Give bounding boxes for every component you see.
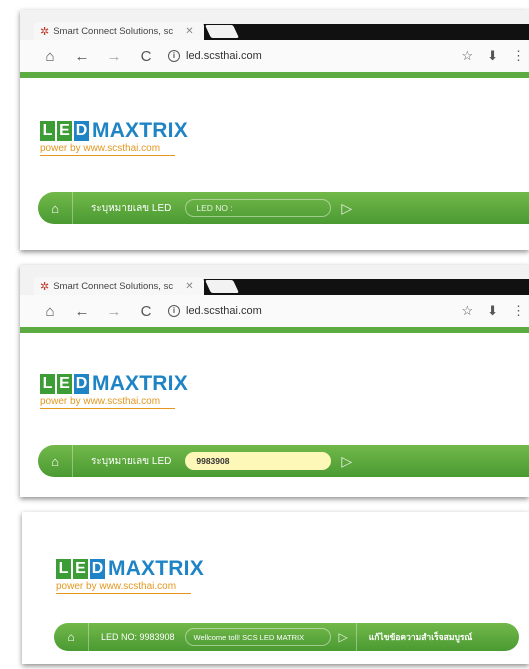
logo-letter: L: [40, 121, 55, 141]
home-icon[interactable]: ⌂: [34, 303, 66, 320]
led-number-input[interactable]: 9983908: [185, 452, 332, 470]
led-label: ระบุหมายเลข LED: [91, 202, 172, 214]
logo: L E D MAXTRIX power by www.scsthai.com: [56, 557, 204, 594]
play-icon[interactable]: ▷: [339, 630, 348, 644]
led-input-bar: ⌂ ระบุหมายเลข LED LED NO : ▷: [38, 192, 529, 224]
logo-letter: E: [73, 559, 88, 579]
led-input-bar: ⌂ ระบุหมายเลข LED 9983908 ▷: [38, 445, 529, 477]
logo-tagline: power by www.scsthai.com: [40, 396, 161, 407]
back-icon[interactable]: ←: [66, 303, 98, 320]
header-rule: [20, 327, 529, 333]
logo-letter: D: [74, 121, 89, 141]
new-tab-button[interactable]: [204, 25, 240, 38]
logo-tagline: power by www.scsthai.com: [40, 143, 161, 154]
tab-title: Smart Connect Solutions, sc: [53, 280, 174, 292]
new-tab-button[interactable]: [204, 280, 240, 293]
reload-icon[interactable]: C: [130, 303, 162, 320]
menu-icon[interactable]: ⋮: [512, 48, 525, 64]
header-rule: [20, 72, 529, 78]
favicon-icon: ✲: [40, 25, 50, 38]
tab-title: Smart Connect Solutions, sc: [53, 25, 174, 37]
info-icon[interactable]: i: [168, 305, 180, 317]
play-icon[interactable]: ▷: [341, 200, 352, 217]
logo-letter: D: [90, 559, 105, 579]
favicon-icon: ✲: [40, 280, 50, 293]
logo-word: MAXTRIX: [92, 372, 188, 395]
edit-message-link[interactable]: แก้ไขข้อความสำเร็จสมบูรณ์: [357, 630, 473, 644]
logo: L E D MAXTRIX power by www.scsthai.com: [40, 119, 188, 156]
home-icon[interactable]: ⌂: [34, 48, 66, 65]
logo-letter: E: [57, 121, 72, 141]
reload-icon[interactable]: C: [130, 48, 162, 65]
logo-word: MAXTRIX: [92, 119, 188, 142]
message-field[interactable]: Wellcome toll! SCS LED MATRIX: [184, 628, 331, 646]
browser-window-2: ✲ Smart Connect Solutions, sc ✕ ⌂ ← → C …: [20, 265, 529, 497]
tab-close-icon[interactable]: ✕: [185, 281, 193, 292]
play-icon[interactable]: ▷: [341, 453, 352, 470]
logo-tagline: power by www.scsthai.com: [56, 581, 177, 592]
address-bar: ⌂ ← → C i led.scsthai.com ☆ ⬇ ⋮: [20, 40, 529, 72]
logo-word: MAXTRIX: [108, 557, 204, 580]
url-text: led.scsthai.com: [186, 50, 262, 62]
result-panel: L E D MAXTRIX power by www.scsthai.com ⌂…: [22, 512, 529, 664]
logo: L E D MAXTRIX power by www.scsthai.com: [40, 372, 188, 409]
browser-tab[interactable]: ✲ Smart Connect Solutions, sc ✕: [34, 277, 204, 295]
back-icon[interactable]: ←: [66, 48, 98, 65]
address-bar: ⌂ ← → C i led.scsthai.com ☆ ⬇ ⋮: [20, 295, 529, 327]
home-icon[interactable]: ⌂: [38, 201, 72, 216]
info-icon[interactable]: i: [168, 50, 180, 62]
tab-strip: ✲ Smart Connect Solutions, sc ✕: [20, 265, 529, 295]
url-field[interactable]: i led.scsthai.com: [168, 305, 262, 317]
led-number: LED NO: 9983908: [101, 632, 175, 642]
logo-letter: E: [57, 374, 72, 394]
home-icon[interactable]: ⌂: [38, 454, 72, 469]
tab-close-icon[interactable]: ✕: [185, 26, 193, 37]
led-result-bar: ⌂ LED NO: 9983908 Wellcome toll! SCS LED…: [54, 623, 519, 651]
led-number-input[interactable]: LED NO :: [185, 199, 332, 217]
browser-tab[interactable]: ✲ Smart Connect Solutions, sc ✕: [34, 22, 204, 40]
led-label: ระบุหมายเลข LED: [91, 455, 172, 467]
logo-letter: L: [40, 374, 55, 394]
download-icon[interactable]: ⬇: [487, 303, 498, 319]
forward-icon[interactable]: →: [98, 48, 130, 65]
logo-letter: L: [56, 559, 71, 579]
logo-letter: D: [74, 374, 89, 394]
home-icon[interactable]: ⌂: [54, 630, 88, 644]
tab-strip: ✲ Smart Connect Solutions, sc ✕: [20, 10, 529, 40]
forward-icon[interactable]: →: [98, 303, 130, 320]
url-field[interactable]: i led.scsthai.com: [168, 50, 262, 62]
menu-icon[interactable]: ⋮: [512, 303, 525, 319]
download-icon[interactable]: ⬇: [487, 48, 498, 64]
browser-window-1: ✲ Smart Connect Solutions, sc ✕ ⌂ ← → C …: [20, 10, 529, 250]
star-icon[interactable]: ☆: [461, 303, 473, 319]
star-icon[interactable]: ☆: [461, 48, 473, 64]
url-text: led.scsthai.com: [186, 305, 262, 317]
